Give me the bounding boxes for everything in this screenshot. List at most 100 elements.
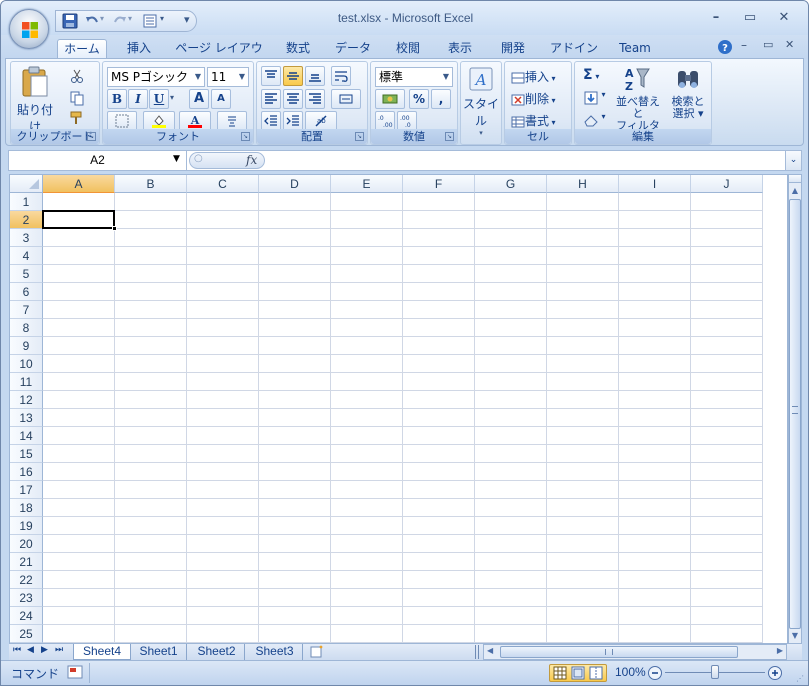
- scroll-up-icon[interactable]: ▲: [789, 184, 801, 198]
- find-select-button[interactable]: 検索と 選択 ▾: [667, 65, 709, 120]
- select-all-corner[interactable]: [10, 175, 43, 193]
- column-header[interactable]: B: [115, 175, 187, 193]
- paste-button[interactable]: 貼り付け ▾: [13, 64, 57, 143]
- row-header[interactable]: 7: [10, 301, 43, 319]
- ribbon-minimize-icon[interactable]: –: [741, 38, 747, 52]
- row-header[interactable]: 5: [10, 265, 43, 283]
- autosum-button[interactable]: Σ ▾: [583, 67, 599, 83]
- currency-button[interactable]: [375, 89, 405, 109]
- qat-dropdown-icon[interactable]: ▾: [160, 14, 164, 23]
- close-button[interactable]: ✕: [773, 10, 795, 28]
- zoom-slider-thumb[interactable]: [711, 665, 719, 679]
- fill-color-button[interactable]: [143, 111, 175, 131]
- row-header[interactable]: 19: [10, 517, 43, 535]
- scroll-right-icon[interactable]: ▶: [777, 646, 783, 655]
- scroll-left-icon[interactable]: ◀: [487, 646, 493, 655]
- row-header[interactable]: 24: [10, 607, 43, 625]
- cut-icon[interactable]: [69, 68, 85, 84]
- macro-record-icon[interactable]: [67, 665, 83, 679]
- row-header[interactable]: 11: [10, 373, 43, 391]
- row-header[interactable]: 22: [10, 571, 43, 589]
- tab-team[interactable]: Team: [613, 39, 657, 59]
- align-right-button[interactable]: [305, 89, 325, 109]
- column-header[interactable]: J: [691, 175, 763, 193]
- row-header[interactable]: 10: [10, 355, 43, 373]
- underline-dropdown-icon[interactable]: ▾: [170, 93, 174, 102]
- font-launcher-icon[interactable]: ↘: [241, 132, 250, 141]
- row-header[interactable]: 8: [10, 319, 43, 337]
- tab-review[interactable]: 校閲: [387, 39, 429, 59]
- row-header[interactable]: 4: [10, 247, 43, 265]
- row-header[interactable]: 23: [10, 589, 43, 607]
- redo-dropdown-icon[interactable]: ▾: [128, 14, 132, 23]
- redo-icon[interactable]: [112, 13, 128, 29]
- row-header[interactable]: 12: [10, 391, 43, 409]
- minimize-button[interactable]: –: [705, 10, 727, 28]
- name-box[interactable]: A2: [9, 151, 187, 170]
- number-launcher-icon[interactable]: ↘: [445, 132, 454, 141]
- font-color-button[interactable]: A: [179, 111, 211, 131]
- align-top-button[interactable]: [261, 66, 281, 86]
- vertical-scroll-thumb[interactable]: [789, 199, 801, 629]
- last-sheet-icon[interactable]: ⏭: [55, 645, 63, 655]
- normal-view-icon[interactable]: [553, 666, 567, 680]
- vertical-scrollbar[interactable]: ▲ ▼: [788, 174, 802, 644]
- align-center-button[interactable]: [283, 89, 303, 109]
- increase-decimal-button[interactable]: .0.00: [375, 111, 395, 131]
- zoom-in-icon[interactable]: [767, 665, 783, 681]
- fill-handle[interactable]: [112, 226, 117, 231]
- column-header[interactable]: F: [403, 175, 475, 193]
- prev-sheet-icon[interactable]: ◀: [27, 645, 34, 655]
- row-header[interactable]: 3: [10, 229, 43, 247]
- sheet-tab[interactable]: Sheet2: [189, 644, 245, 660]
- font-size-combo[interactable]: 11 ▼: [207, 67, 249, 87]
- bold-button[interactable]: B: [107, 89, 127, 109]
- align-middle-button[interactable]: [283, 66, 303, 86]
- row-header[interactable]: 6: [10, 283, 43, 301]
- align-left-button[interactable]: [261, 89, 281, 109]
- format-painter-icon[interactable]: [69, 110, 85, 126]
- number-format-dropdown-icon[interactable]: ▼: [443, 68, 449, 86]
- row-header[interactable]: 9: [10, 337, 43, 355]
- tab-page-layout[interactable]: ページ レイアウト: [173, 39, 265, 73]
- styles-button[interactable]: A スタイル ▾: [462, 66, 500, 137]
- row-header[interactable]: 1: [10, 193, 43, 211]
- formula-input[interactable]: [267, 152, 787, 169]
- tab-view[interactable]: 表示: [439, 39, 481, 59]
- zoom-level[interactable]: 100%: [615, 665, 646, 679]
- number-format-combo[interactable]: 標準 ▼: [375, 67, 453, 87]
- row-header[interactable]: 25: [10, 625, 43, 643]
- orientation-button[interactable]: ab: [305, 111, 337, 131]
- scroll-down-icon[interactable]: ▼: [789, 629, 801, 643]
- split-box-vertical[interactable]: [789, 175, 801, 183]
- column-header[interactable]: H: [547, 175, 619, 193]
- delete-cells-button[interactable]: 削除 ▾: [511, 90, 556, 107]
- column-header[interactable]: D: [259, 175, 331, 193]
- tab-split-handle[interactable]: [475, 645, 479, 659]
- tab-developer[interactable]: 開発: [491, 39, 535, 59]
- tab-insert[interactable]: 挿入: [117, 39, 161, 59]
- merge-center-button[interactable]: [331, 89, 361, 109]
- underline-button[interactable]: U: [149, 89, 169, 109]
- column-header[interactable]: G: [475, 175, 547, 193]
- row-header[interactable]: 20: [10, 535, 43, 553]
- horizontal-scroll-thumb[interactable]: [500, 646, 738, 658]
- shrink-font-button[interactable]: A: [211, 89, 231, 109]
- grow-font-button[interactable]: A: [189, 89, 209, 109]
- next-sheet-icon[interactable]: ▶: [41, 645, 48, 655]
- row-header[interactable]: 15: [10, 445, 43, 463]
- font-size-dropdown-icon[interactable]: ▼: [239, 68, 245, 86]
- page-layout-view-icon[interactable]: [571, 666, 585, 680]
- column-header[interactable]: I: [619, 175, 691, 193]
- help-icon[interactable]: ?: [717, 39, 733, 55]
- row-header[interactable]: 13: [10, 409, 43, 427]
- insert-sheet-icon[interactable]: [309, 645, 325, 659]
- active-cell[interactable]: [42, 210, 115, 229]
- alignment-launcher-icon[interactable]: ↘: [355, 132, 364, 141]
- comma-button[interactable]: ,: [431, 89, 451, 109]
- name-box-dropdown-icon[interactable]: ▼: [173, 154, 180, 164]
- font-name-combo[interactable]: MS Pゴシック ▼: [107, 67, 205, 87]
- customize-qat-icon[interactable]: ▾: [184, 13, 190, 26]
- first-sheet-icon[interactable]: ⏮: [13, 645, 21, 655]
- office-button[interactable]: [9, 9, 49, 49]
